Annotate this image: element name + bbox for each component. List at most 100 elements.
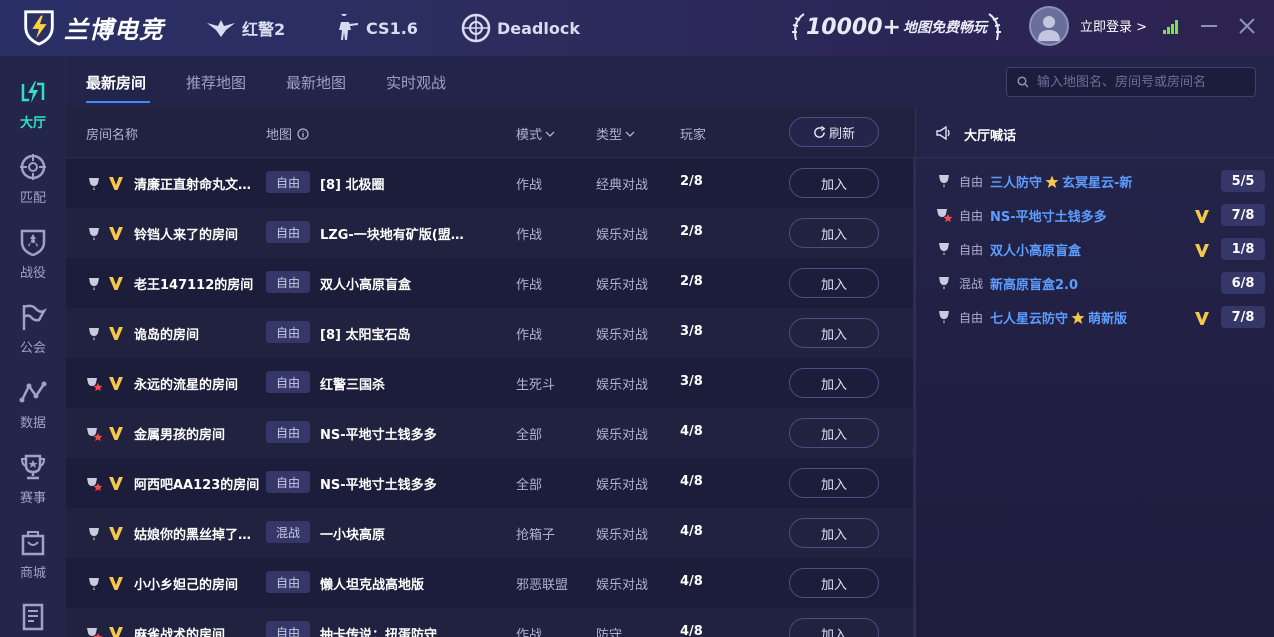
info-icon[interactable] [297,127,309,140]
tab-latest-maps[interactable]: 最新地图 [286,72,346,93]
room-players: 2/8 [680,174,703,189]
refresh-button[interactable]: 刷新 [789,117,879,147]
nav-item-stats[interactable]: 数据 [0,372,66,438]
nav-label: 数据 [19,416,46,431]
nav-item-guild[interactable]: 公会 [0,297,66,363]
game-tab-cs[interactable]: CS1.6 [330,12,418,44]
rank-trophy-icon [936,275,952,291]
game-tab-deadlock[interactable]: Deadlock [461,12,580,44]
table-row[interactable]: 阿西吧AA123的房间 自由 NS-平地寸土钱多多 全部 娱乐对战 4/8 加入 [66,458,915,508]
avatar[interactable] [1029,6,1069,46]
room-mode: 作战 [516,328,543,343]
lobby-room-link[interactable]: NS-平地寸土钱多多 [990,206,1107,225]
lobby-item[interactable]: 自由 NS-平地寸土钱多多 7/8 [916,198,1274,232]
room-mode-badge: 混战 [266,521,310,543]
nav-item-shop[interactable]: 商城 [0,522,66,588]
header-type-filter[interactable]: 类型 [596,124,635,143]
lobby-player-count: 7/8 [1221,204,1265,226]
left-nav: 大厅 匹配 战役 公会 数据 赛事 商城 [0,56,66,637]
stats-line-icon [19,381,47,403]
deadlock-emblem-icon [461,13,491,43]
room-name: 诡岛的房间 [134,328,200,343]
room-mode-badge: 自由 [266,221,310,243]
table-row[interactable]: 清廉正直射命丸文… 自由 [8] 北极圈 作战 经典对战 2/8 加入 [66,158,915,208]
room-name: 永远的流星的房间 [134,378,239,393]
join-button[interactable]: 加入 [789,318,879,348]
signal-strength-icon [1163,20,1178,34]
lobby-room-link[interactable]: 三人防守 玄冥星云-新 [990,172,1132,191]
lanbo-logo-icon [24,10,54,46]
notes-icon [22,603,44,631]
nav-item-tournament[interactable]: 赛事 [0,447,66,513]
join-button[interactable]: 加入 [789,368,879,398]
table-row[interactable]: 永远的流星的房间 自由 红警三国杀 生死斗 娱乐对战 3/8 加入 [66,358,915,408]
game-tab-label: CS1.6 [366,18,418,38]
room-type: 娱乐对战 [596,428,649,443]
nav-item-notes[interactable] [0,597,66,637]
table-row[interactable]: 铃铛人来了的房间 自由 LZG-一块地有矿版(盟… 作战 娱乐对战 2/8 加入 [66,208,915,258]
lobby-item[interactable]: 自由 三人防守 玄冥星云-新 5/5 [916,164,1274,198]
refresh-icon [814,125,826,138]
table-row[interactable]: 诡岛的房间 自由 [8] 太阳宝石岛 作战 娱乐对战 3/8 加入 [66,308,915,358]
room-type: 娱乐对战 [596,328,649,343]
room-mode-badge: 自由 [266,321,310,343]
login-link[interactable]: 立即登录 > [1080,16,1147,35]
join-button[interactable]: 加入 [789,268,879,298]
join-button[interactable]: 加入 [789,168,879,198]
game-tab-redalert[interactable]: 红警2 [206,12,285,44]
lobby-room-link[interactable]: 七人星云防守 萌新版 [990,308,1127,327]
nav-item-lobby[interactable]: 大厅 [0,72,66,138]
join-button[interactable]: 加入 [789,418,879,448]
room-type: 娱乐对战 [596,478,649,493]
room-mode-badge: 自由 [266,271,310,293]
table-row[interactable]: 老王147112的房间 自由 双人小高原盲盒 作战 娱乐对战 2/8 加入 [66,258,915,308]
lobby-room-name: 新高原盲盒2.0 [990,278,1079,293]
lobby-room-link[interactable]: 新高原盲盒2.0 [990,274,1078,293]
search-input[interactable] [1037,74,1247,90]
join-button[interactable]: 加入 [789,618,879,637]
room-name: 姑娘你的黑丝掉了… [134,528,252,543]
tab-latest-rooms[interactable]: 最新房间 [86,72,146,93]
game-tab-label: 红警2 [242,20,286,39]
rank-trophy-icon [86,526,102,542]
star-icon [1042,175,1062,189]
lobby-room-link[interactable]: 双人小高原盲盒 [990,240,1081,259]
table-row[interactable]: 姑娘你的黑丝掉了… 混战 一小块高原 抢箱子 娱乐对战 4/8 加入 [66,508,915,558]
lobby-item[interactable]: 自由 双人小高原盲盒 1/8 [916,232,1274,266]
nav-label: 大厅 [19,116,46,131]
vip-v-icon [108,425,124,441]
crosshair-icon [20,154,46,180]
vip-v-icon [1194,310,1210,326]
header-mode-filter[interactable]: 模式 [516,124,555,143]
search-box[interactable] [1006,67,1256,97]
join-button[interactable]: 加入 [789,518,879,548]
lobby-item[interactable]: 混战 新高原盲盒2.0 6/8 [916,266,1274,300]
lobby-item[interactable]: 自由 七人星云防守 萌新版 7/8 [916,300,1274,334]
tab-recommended-maps[interactable]: 推荐地图 [186,72,246,93]
laurel-left-icon [792,13,805,41]
lobby-header: 大厅喊话 [916,106,1274,158]
nav-label: 匹配 [19,191,46,206]
trophy-icon [20,454,46,480]
megaphone-icon [936,126,950,140]
nav-item-campaign[interactable]: 战役 [0,222,66,288]
join-button[interactable]: 加入 [789,468,879,498]
tab-live-spectate[interactable]: 实时观战 [386,72,446,93]
room-players: 2/8 [680,224,703,239]
nav-label: 商城 [19,566,46,581]
promo-banner[interactable]: 10000+ 地图免费畅玩 [790,10,1003,44]
table-row[interactable]: 金属男孩的房间 自由 NS-平地寸土钱多多 全部 娱乐对战 4/8 加入 [66,408,915,458]
minimize-button[interactable] [1197,14,1221,38]
join-button[interactable]: 加入 [789,218,879,248]
table-row[interactable]: 麻雀战术的房间 自由 抽卡传说：扭蛋防守 作战 防守 4/8 加入 [66,608,915,637]
search-icon [1017,76,1029,88]
lobby-player-count: 5/5 [1221,170,1265,192]
nav-item-match[interactable]: 匹配 [0,147,66,213]
vip-v-icon [108,375,124,391]
room-mode: 全部 [516,478,543,493]
table-row[interactable]: 小小乡妲己的房间 自由 懒人坦克战高地版 邪恶联盟 娱乐对战 4/8 加入 [66,558,915,608]
room-mode-badge: 自由 [266,371,310,393]
close-button[interactable] [1235,14,1259,38]
rank-trophy-icon [86,226,102,242]
join-button[interactable]: 加入 [789,568,879,598]
